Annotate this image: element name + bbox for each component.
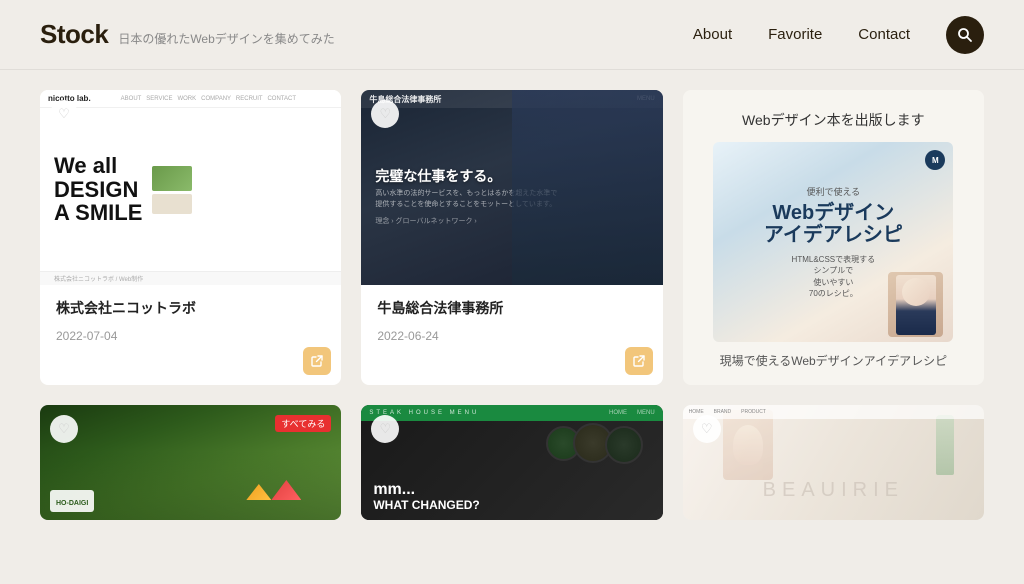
card-1-date: 2022-07-04 [56,329,325,343]
ad-card-subtitle: 現場で使えるWebデザインアイデアレシピ [720,352,948,369]
external-link-icon [310,354,324,368]
card-5-image: STEAK HOUSE MENU HOME MENU mm... WHAT CH… [361,405,662,520]
search-icon [957,27,973,43]
favorite-button-4[interactable]: ♡ [50,415,78,443]
ad-book-image: 便利で使える Webデザイン アイデアレシピ HTML&CSSで表現するシンプル… [713,142,953,342]
site-logo: Stock [40,19,108,50]
favorite-button-6[interactable]: ♡ [693,415,721,443]
beauty-brand: BEAUIRIE [763,479,904,501]
card-grid-row2: HO-DAIGI すべてみる ♡ STEAK HOUSE MENU HOME M… [0,405,1024,540]
site-header: Stock 日本の優れたWebデザインを集めてみた About Favorite… [0,0,1024,70]
external-link-icon-2 [632,354,646,368]
nav-favorite[interactable]: Favorite [768,26,822,43]
nav-contact[interactable]: Contact [858,26,910,43]
card-1-body: 株式会社ニコットラボ 2022-07-04 [40,285,341,359]
ad-card-footer-text: 現場で使えるWebデザインアイデアレシピ [720,352,948,369]
nav-about[interactable]: About [693,26,732,43]
card-lawfirm[interactable]: 牛島総合法律事務所 MENU 完璧な仕事をする。 高い水準の法的サービスを、もっ… [361,90,662,385]
external-link-2[interactable] [625,347,653,375]
card-2-title: 牛島総合法律事務所 [377,299,646,319]
card-beauty[interactable]: BEAUIRIE HOME BRAND PRODUCT ♡ [683,405,984,520]
logo-area: Stock 日本の優れたWebデザインを集めてみた [40,19,693,50]
favorite-button-1[interactable]: ♡ [50,100,78,128]
food-text-1: mm... [373,481,415,499]
card-6-image: BEAUIRIE HOME BRAND PRODUCT ♡ [683,405,984,520]
card-ad-book[interactable]: Webデザイン本を出版します 便利で使える Webデザイン アイデアレシピ HT… [683,90,984,385]
camp-badge: すべてみる [275,415,331,432]
search-button[interactable] [946,16,984,54]
food-text-2: WHAT CHANGED? [373,499,479,512]
card-2-image: 牛島総合法律事務所 MENU 完璧な仕事をする。 高い水準の法的サービスを、もっ… [361,90,662,285]
card-nicottolabo[interactable]: nicotto lab. ABOUT SERVICE WORK COMPANY … [40,90,341,385]
card-camp[interactable]: HO-DAIGI すべてみる ♡ [40,405,341,520]
card-1-title: 株式会社ニコットラボ [56,299,325,319]
main-nav: About Favorite Contact [693,16,984,54]
external-link-1[interactable] [303,347,331,375]
ad-card-title: Webデザイン本を出版します [742,110,925,130]
site-tagline: 日本の優れたWebデザインを集めてみた [118,30,334,47]
card-grid-row1: nicotto lab. ABOUT SERVICE WORK COMPANY … [0,70,1024,405]
card-4-image: HO-DAIGI すべてみる ♡ [40,405,341,520]
card-2-date: 2022-06-24 [377,329,646,343]
card-2-body: 牛島総合法律事務所 2022-06-24 [361,285,662,359]
card-food[interactable]: STEAK HOUSE MENU HOME MENU mm... WHAT CH… [361,405,662,520]
card-1-image: nicotto lab. ABOUT SERVICE WORK COMPANY … [40,90,341,285]
